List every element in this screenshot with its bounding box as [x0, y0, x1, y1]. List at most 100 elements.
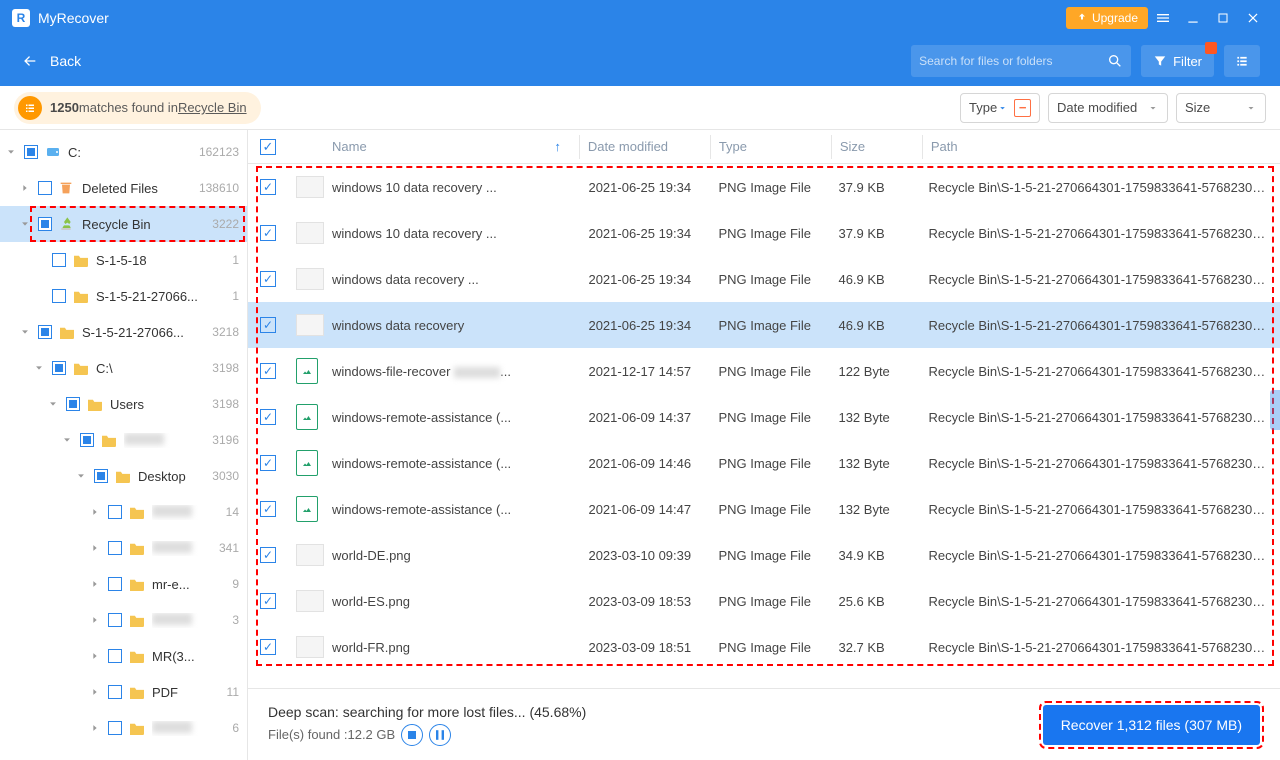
tree-item[interactable]: C:162123 — [0, 134, 247, 170]
tree-item[interactable]: C:\3198 — [0, 350, 247, 386]
tree-item[interactable]: Recycle Bin3222 — [0, 206, 247, 242]
maximize-button[interactable] — [1208, 4, 1238, 32]
tree-checkbox[interactable] — [108, 685, 122, 699]
tree-item[interactable]: Users3198 — [0, 386, 247, 422]
table-row[interactable]: windows-remote-assistance (...2021-06-09… — [248, 394, 1280, 440]
tree-item[interactable]: MR(3... — [0, 638, 247, 674]
view-toggle-button[interactable] — [1224, 45, 1260, 77]
stop-scan-button[interactable] — [401, 724, 423, 746]
pause-scan-button[interactable] — [429, 724, 451, 746]
expand-icon[interactable] — [88, 579, 102, 589]
expand-icon[interactable] — [18, 183, 32, 193]
tree-checkbox[interactable] — [108, 721, 122, 735]
expand-icon[interactable] — [4, 147, 18, 157]
table-row[interactable]: windows 10 data recovery ...2021-06-25 1… — [248, 210, 1280, 256]
tree-checkbox[interactable] — [38, 181, 52, 195]
upgrade-button[interactable]: Upgrade — [1066, 7, 1148, 29]
expand-icon[interactable] — [88, 507, 102, 517]
tree-checkbox[interactable] — [52, 361, 66, 375]
column-size[interactable]: Size — [832, 139, 922, 154]
expand-icon[interactable] — [60, 435, 74, 445]
table-row[interactable]: world-ES.png2023-03-09 18:53PNG Image Fi… — [248, 578, 1280, 624]
column-name[interactable]: Name↑ — [324, 139, 579, 154]
search-input[interactable] — [919, 54, 1107, 68]
row-checkbox[interactable] — [260, 501, 276, 517]
tree-item[interactable]: 6 — [0, 710, 247, 746]
tree-item[interactable]: 341 — [0, 530, 247, 566]
minimize-button[interactable] — [1178, 4, 1208, 32]
table-row[interactable]: windows data recovery ...2021-06-25 19:3… — [248, 256, 1280, 302]
row-checkbox[interactable] — [260, 317, 276, 333]
file-list[interactable]: windows 10 data recovery ...2021-06-25 1… — [248, 164, 1280, 688]
expand-icon[interactable] — [46, 399, 60, 409]
date-filter-dropdown[interactable]: Date modified — [1048, 93, 1168, 123]
tree-checkbox[interactable] — [94, 469, 108, 483]
expand-icon[interactable] — [18, 327, 32, 337]
tree-checkbox[interactable] — [24, 145, 38, 159]
menu-button[interactable] — [1148, 4, 1178, 32]
tree-checkbox[interactable] — [108, 613, 122, 627]
expand-icon[interactable] — [88, 543, 102, 553]
tree-checkbox[interactable] — [108, 541, 122, 555]
table-row[interactable]: windows data recovery2021-06-25 19:34PNG… — [248, 302, 1280, 348]
row-checkbox[interactable] — [260, 593, 276, 609]
table-row[interactable]: windows-remote-assistance (...2021-06-09… — [248, 440, 1280, 486]
folder-tree-sidebar[interactable]: C:162123Deleted Files138610Recycle Bin32… — [0, 130, 248, 760]
expand-icon[interactable] — [74, 471, 88, 481]
tree-item[interactable]: S-1-5-181 — [0, 242, 247, 278]
column-type[interactable]: Type — [711, 139, 831, 154]
tree-item-count: 341 — [219, 541, 239, 555]
tree-item[interactable]: Deleted Files138610 — [0, 170, 247, 206]
tree-item[interactable]: S-1-5-21-27066...3218 — [0, 314, 247, 350]
tree-item[interactable]: Desktop3030 — [0, 458, 247, 494]
size-filter-dropdown[interactable]: Size — [1176, 93, 1266, 123]
column-path[interactable]: Path — [923, 139, 1280, 154]
expand-icon[interactable] — [88, 615, 102, 625]
close-button[interactable] — [1238, 4, 1268, 32]
expand-icon[interactable] — [88, 723, 102, 733]
select-all-checkbox[interactable]: ✓ — [260, 139, 276, 155]
recover-button[interactable]: Recover 1,312 files (307 MB) — [1043, 705, 1260, 745]
expand-icon[interactable] — [32, 363, 46, 373]
tree-item[interactable]: 3196 — [0, 422, 247, 458]
tree-checkbox[interactable] — [52, 253, 66, 267]
table-row[interactable]: world-DE.png2023-03-10 09:39PNG Image Fi… — [248, 532, 1280, 578]
column-date[interactable]: Date modified — [580, 139, 710, 154]
row-checkbox[interactable] — [260, 547, 276, 563]
filter-button[interactable]: Filter — [1141, 45, 1214, 77]
clear-type-filter[interactable]: − — [1014, 99, 1031, 117]
expand-icon[interactable] — [88, 651, 102, 661]
type-filter-dropdown[interactable]: Type − — [960, 93, 1040, 123]
tree-item[interactable]: PDF11 — [0, 674, 247, 710]
row-checkbox[interactable] — [260, 639, 276, 655]
table-row[interactable]: windows-file-recover ...2021-12-17 14:57… — [248, 348, 1280, 394]
tree-checkbox[interactable] — [108, 649, 122, 663]
row-checkbox[interactable] — [260, 271, 276, 287]
tree-item[interactable]: 3 — [0, 602, 247, 638]
row-checkbox[interactable] — [260, 225, 276, 241]
tree-checkbox[interactable] — [38, 217, 52, 231]
table-row[interactable]: windows-remote-assistance (...2021-06-09… — [248, 486, 1280, 532]
expand-icon[interactable] — [18, 219, 32, 229]
table-row[interactable]: world-FR.png2023-03-09 18:51PNG Image Fi… — [248, 624, 1280, 670]
matches-location[interactable]: Recycle Bin — [178, 100, 247, 115]
search-box[interactable] — [911, 45, 1131, 77]
tree-checkbox[interactable] — [80, 433, 94, 447]
back-button[interactable]: Back — [20, 53, 81, 69]
tree-item[interactable]: S-1-5-21-27066...1 — [0, 278, 247, 314]
tree-checkbox[interactable] — [108, 505, 122, 519]
tree-item[interactable]: 14 — [0, 494, 247, 530]
tree-checkbox[interactable] — [38, 325, 52, 339]
tree-item[interactable]: mr-e...9 — [0, 566, 247, 602]
row-checkbox[interactable] — [260, 363, 276, 379]
table-row[interactable]: windows 10 data recovery ...2021-06-25 1… — [248, 164, 1280, 210]
side-collapse-handle[interactable] — [1270, 390, 1280, 430]
folder-icon — [114, 468, 132, 484]
tree-checkbox[interactable] — [66, 397, 80, 411]
row-checkbox[interactable] — [260, 455, 276, 471]
tree-checkbox[interactable] — [108, 577, 122, 591]
expand-icon[interactable] — [88, 687, 102, 697]
row-checkbox[interactable] — [260, 409, 276, 425]
tree-checkbox[interactable] — [52, 289, 66, 303]
row-checkbox[interactable] — [260, 179, 276, 195]
